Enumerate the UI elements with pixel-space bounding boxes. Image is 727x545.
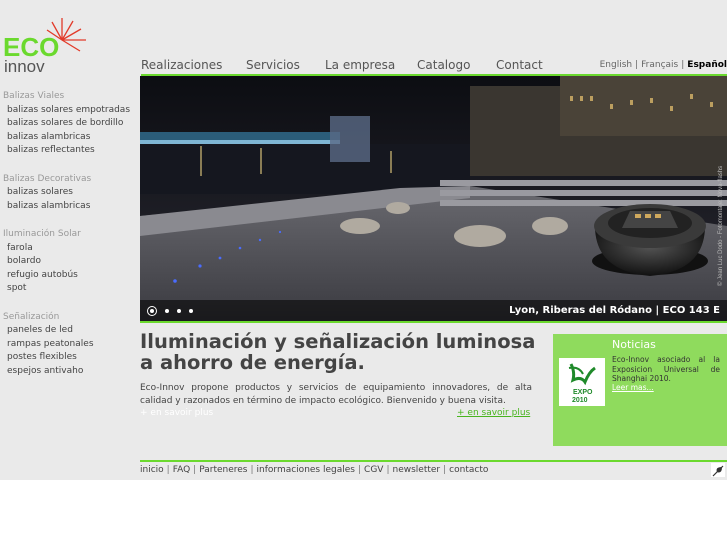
footer-link-contacto[interactable]: contacto [449,465,488,475]
footer-separator: | [386,465,390,475]
sidebar-heading[interactable]: Balizas Viales [3,90,135,104]
sidebar-item[interactable]: balizas solares de bordillo [3,117,135,131]
nav-servicios[interactable]: Servicios [246,58,300,72]
hero-photo: © Jean Luc Dodo - Fotomontaje: Nova-flas… [140,76,727,321]
leaf-icon[interactable] [711,463,725,477]
hero-slideshow[interactable]: © Jean Luc Dodo - Fotomontaje: Nova-flas… [140,76,727,321]
eco-innov-logo[interactable]: ECO innov [2,14,92,76]
photo-credit: © Jean Luc Dodo - Fotomontaje: Nova-flas… [717,166,724,286]
main-nav: Realizaciones Servicios La empresa Catal… [141,58,727,74]
intro-text: Eco-Innov propone productos y servicios … [140,383,532,406]
page-background: ECO innov Realizaciones Servicios La emp… [0,0,727,480]
lang-separator: | [681,60,685,70]
footer-separator: | [193,465,197,475]
sidebar-group-balizas-viales: Balizas Viales balizas solares empotrada… [3,90,135,158]
slide-dot-3[interactable] [177,309,181,313]
footer-line [140,460,727,462]
footer-separator: | [443,465,447,475]
nav-contact[interactable]: Contact [496,58,543,72]
slide-dot-2[interactable] [165,309,169,313]
sidebar-item[interactable]: spot [3,282,135,296]
news-panel: EXPO 2010 Noticias Eco-Innov asociado al… [553,334,727,446]
sidebar-item[interactable]: balizas solares [3,186,135,200]
footer-separator: | [250,465,254,475]
news-read-more-link[interactable]: Leer mas... [612,383,654,392]
sidebar-item[interactable]: balizas alambricas [3,200,135,214]
sidebar-item[interactable]: balizas reflectantes [3,144,135,158]
read-more-link-left[interactable]: + en savoir plus [140,408,213,418]
slideshow-pager [147,306,193,316]
news-title: Noticias [612,338,656,351]
footer-link-newsletter[interactable]: newsletter [393,465,441,475]
page-headline: Iluminación y señalización luminosa a ah… [140,330,536,374]
nav-la-empresa[interactable]: La empresa [325,58,395,72]
sidebar-item[interactable]: farola [3,242,135,256]
language-switcher: English | Français | Español [600,60,727,70]
footer-link-legal[interactable]: informaciones legales [257,465,355,475]
footer-separator: | [357,465,362,475]
sidebar-item[interactable]: refugio autobús [3,269,135,283]
nav-catalogo[interactable]: Catalogo [417,58,470,72]
footer-link-faq[interactable]: FAQ [173,465,190,475]
footer-link-parteneres[interactable]: Parteneres [199,465,247,475]
footer-link-cgv[interactable]: CGV [364,465,383,475]
logo-innov-text: innov [4,57,45,76]
footer-link-inicio[interactable]: inicio [140,465,164,475]
lang-espanol[interactable]: Español [687,60,727,70]
footer-links: inicio | FAQ | Parteneres | informaciones lega… [140,465,488,475]
read-more-link[interactable]: + en savoir plus [457,408,530,418]
sidebar-group-iluminacion-solar: Iluminación Solar farola bolardo refugio… [3,228,135,296]
news-text: Eco-Innov asociado al la Exposicion Univ… [612,355,720,383]
sidebar-heading[interactable]: Iluminación Solar [3,228,135,242]
nav-realizaciones[interactable]: Realizaciones [141,58,222,72]
lang-francais[interactable]: Français [641,60,678,70]
slide-dot-4[interactable] [189,309,193,313]
sidebar-group-balizas-decorativas: Balizas Decorativas balizas solares bali… [3,173,135,214]
sidebar-item[interactable]: rampas peatonales [3,338,135,352]
sidebar-group-senalizacion: Señalización paneles de led rampas peato… [3,311,135,379]
sidebar-item[interactable]: balizas alambricas [3,131,135,145]
sidebar-item[interactable]: postes flexibles [3,351,135,365]
slide-dot-1[interactable] [147,306,157,316]
sidebar-heading[interactable]: Señalización [3,311,135,325]
footer-separator: | [166,465,170,475]
expo-logo-word: EXPO [573,389,593,396]
lang-english[interactable]: English [600,60,633,70]
expo-logo-year: 2010 [572,397,588,404]
sidebar-item[interactable]: bolardo [3,255,135,269]
lang-separator: | [635,60,639,70]
expo-2010-logo[interactable]: EXPO 2010 [559,358,605,406]
hero-caption: Lyon, Riberas del Ródano | ECO 143 E [509,305,720,316]
sidebar-item[interactable]: paneles de led [3,324,135,338]
sidebar-item[interactable]: balizas solares empotradas [3,104,135,118]
sidebar-item[interactable]: espejos antivaho [3,365,135,379]
sidebar-heading[interactable]: Balizas Decorativas [3,173,135,187]
hero-underline [140,321,727,323]
sidebar: Balizas Viales balizas solares empotrada… [3,90,135,393]
